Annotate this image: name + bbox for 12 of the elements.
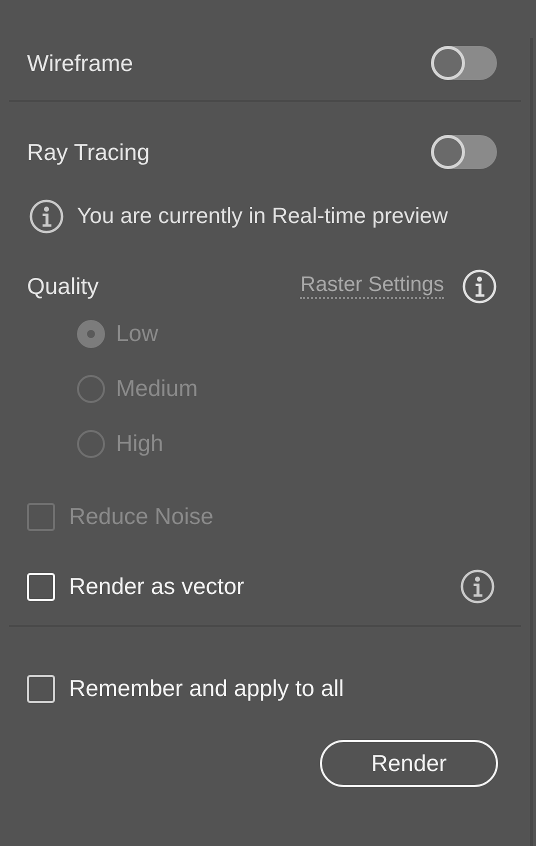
render-button[interactable]: Render [320,740,498,787]
toggle-switch[interactable] [431,46,497,80]
info-message: You are currently in Real-time preview [77,203,448,229]
checkbox-label: Render as vector [69,573,244,600]
info-icon[interactable] [29,198,64,234]
checkbox-label: Remember and apply to all [69,675,344,702]
toggle-label: Ray Tracing [27,138,150,166]
toggle-switch[interactable] [431,135,497,169]
section-label: Quality [27,272,99,300]
info-icon[interactable] [462,268,497,304]
info-icon[interactable] [460,569,495,604]
toggle-label: Wireframe [27,50,134,76]
